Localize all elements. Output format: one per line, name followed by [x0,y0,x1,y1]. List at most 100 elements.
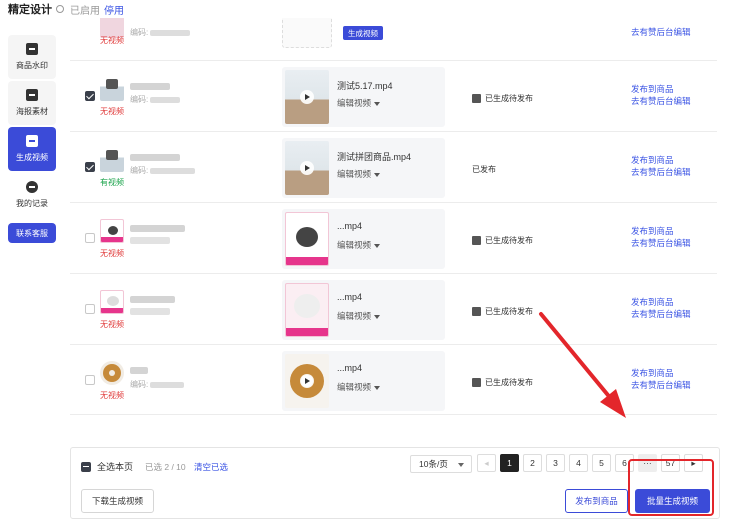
video-status-tag: 无视频 [100,391,124,400]
row-checkbox[interactable] [85,91,95,101]
disable-link[interactable]: 停用 [104,2,124,17]
pagination: ◂ 1 2 3 4 5 6 ··· 57 ▸ [477,454,707,472]
page-button[interactable]: 57 [661,454,680,472]
product-thumbnail [100,219,124,243]
info-icon[interactable] [56,5,64,13]
edit-in-youzan-link[interactable]: 去有赞后台编辑 [631,237,691,249]
page-ellipsis[interactable]: ··· [638,454,657,472]
product-name [130,225,185,232]
sidebar-item-poster[interactable]: 海报素材 [8,81,56,125]
publish-status: 已发布 [472,165,496,174]
row-checkbox[interactable] [85,304,95,314]
row-actions: 发布到商品 去有赞后台编辑 [631,367,691,391]
publish-status: 已生成待发布 [472,235,533,246]
publish-to-product-link[interactable]: 发布到商品 [631,154,691,166]
record-icon [26,181,38,193]
video-card: 测试拼团商品.mp4 编辑视频 [282,138,445,198]
product-code [130,237,170,244]
status-icon [472,307,481,316]
edit-video-dropdown[interactable]: 编辑视频 [337,97,380,109]
sidebar-item-watermark[interactable]: 商品水印 [8,35,56,79]
edit-in-youzan-link[interactable]: 去有赞后台编辑 [631,308,691,320]
product-code [130,308,170,315]
table-row: 有视频 编码: 测试拼团商品.mp4 编辑视频 已发布 发布到商品 去有赞后台编… [70,132,717,203]
page-button[interactable]: 2 [523,454,542,472]
video-thumbnail[interactable] [285,212,329,266]
sidebar-item-label: 生成视频 [16,153,48,162]
watermark-icon [26,43,38,55]
video-status-tag: 有视频 [100,178,124,187]
video-status-tag: 无视频 [100,320,124,329]
video-card: ...mp4 编辑视频 [282,280,445,340]
sidebar-item-label: 我的记录 [16,199,48,208]
row-actions: 发布到商品 去有赞后台编辑 [631,83,691,107]
edit-video-dropdown[interactable]: 编辑视频 [337,310,380,322]
page-button[interactable]: 4 [569,454,588,472]
publish-to-product-link[interactable]: 发布到商品 [631,225,691,237]
edit-in-youzan-link[interactable]: 去有赞后台编辑 [631,95,691,107]
video-status-tag: 无视频 [100,249,124,258]
next-page-button[interactable]: ▸ [684,454,703,472]
publish-to-product-button[interactable]: 发布到商品 [565,489,628,513]
video-thumbnail[interactable] [285,283,329,337]
sidebar-item-generate-video[interactable]: 生成视频 [8,127,56,171]
contact-support-button[interactable]: 联系客服 [8,223,56,243]
edit-video-dropdown[interactable]: 编辑视频 [337,381,380,393]
product-thumbnail [100,361,124,385]
play-icon [300,161,314,175]
publish-to-product-link[interactable]: 发布到商品 [631,296,691,308]
video-card: ...mp4 编辑视频 [282,209,445,269]
product-name [130,154,180,161]
prev-page-button[interactable]: ◂ [477,454,496,472]
video-thumbnail[interactable] [285,354,329,408]
publish-status: 已生成待发布 [472,306,533,317]
row-checkbox[interactable] [85,233,95,243]
video-filename: 测试5.17.mp4 [337,81,393,91]
page-button[interactable]: 1 [500,454,519,472]
page-button[interactable]: 6 [615,454,634,472]
publish-to-product-link[interactable]: 发布到商品 [631,367,691,379]
select-all-checkbox[interactable]: 全选本页 [81,460,133,473]
edit-in-youzan-link[interactable]: 去有赞后台编辑 [631,26,691,38]
table-row: 无视频 编码: ...mp4 编辑视频 已生成待发布 发布到商品 去有赞后台编辑 [70,345,717,415]
video-thumbnail[interactable] [285,70,329,124]
table-row: 无视频 ...mp4 编辑视频 已生成待发布 发布到商品 去有赞后台编辑 [70,274,717,345]
sidebar-item-records[interactable]: 我的记录 [8,173,56,217]
edit-in-youzan-link[interactable]: 去有赞后台编辑 [631,166,691,178]
table-row: 无视频 编码: 生成视频 去有赞后台编辑 [70,14,717,61]
generate-video-button[interactable]: 生成视频 [343,26,383,40]
row-checkbox[interactable] [85,162,95,172]
edit-video-dropdown[interactable]: 编辑视频 [337,168,380,180]
download-videos-button[interactable]: 下载生成视频 [81,489,154,513]
indeterminate-checkbox-icon [81,461,91,472]
edit-video-dropdown[interactable]: 编辑视频 [337,239,380,251]
product-thumbnail [100,148,124,172]
product-code: 编码: [130,165,196,176]
video-card: 测试5.17.mp4 编辑视频 [282,67,445,127]
page-size-select[interactable]: 10条/页 [410,455,472,473]
video-filename: ...mp4 [337,363,363,373]
sidebar-item-label: 海报素材 [16,107,48,116]
edit-in-youzan-link[interactable]: 去有赞后台编辑 [631,379,691,391]
status-icon [472,378,481,387]
video-filename: ...mp4 [337,292,363,302]
sidebar-item-label: 商品水印 [16,61,48,70]
video-icon [26,135,38,147]
image-icon [26,89,38,101]
page-button[interactable]: 5 [592,454,611,472]
video-card: ...mp4 编辑视频 [282,351,445,411]
video-filename: 测试拼团商品.mp4 [337,152,412,162]
batch-generate-video-button[interactable]: 批量生成视频 [635,489,710,513]
play-icon [300,374,314,388]
top-bar: 精定设计 已启用 停用 [0,0,730,18]
row-actions: 发布到商品 去有赞后台编辑 [631,296,691,320]
sidebar: 商品水印 海报素材 生成视频 我的记录 联系客服 [8,35,56,243]
product-code: 编码: [130,94,181,105]
page-button[interactable]: 3 [546,454,565,472]
page-title: 精定设计 [8,4,52,16]
video-thumbnail[interactable] [285,141,329,195]
clear-selection-link[interactable]: 清空已选 [194,461,228,473]
status-icon [472,94,481,103]
row-checkbox[interactable] [85,375,95,385]
publish-to-product-link[interactable]: 发布到商品 [631,83,691,95]
